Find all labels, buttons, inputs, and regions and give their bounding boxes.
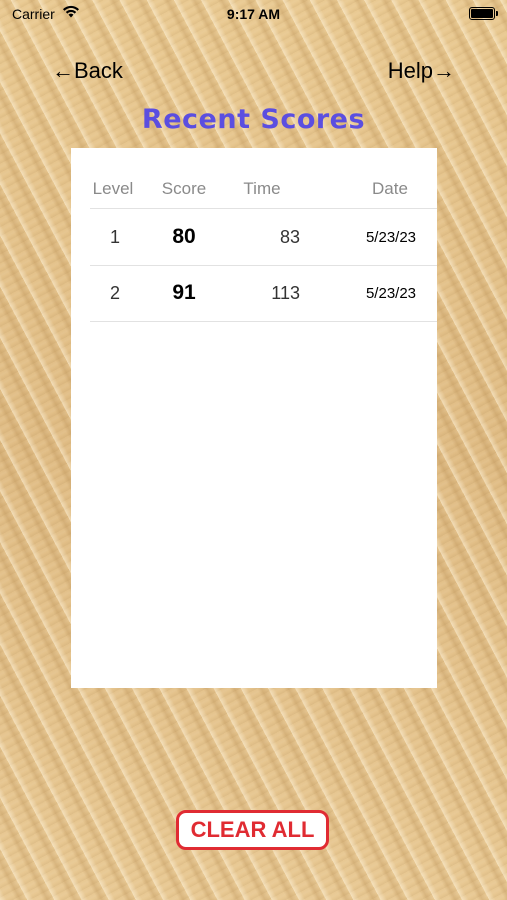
table-row: 2 91 113 5/23/23 (90, 265, 437, 322)
page-title: Recent Scores (141, 104, 366, 135)
row-time: 83 (279, 226, 300, 247)
battery-icon (469, 7, 498, 20)
back-button[interactable]: ←Back (52, 58, 123, 84)
row-level: 1 (109, 226, 120, 247)
header-date: Date (372, 179, 408, 198)
scores-table: Level Score Time Date 1 80 83 5/23/23 2 … (71, 148, 437, 688)
table-row: 1 80 83 5/23/23 (90, 209, 437, 266)
row-date: 5/23/23 (365, 228, 417, 246)
row-level: 2 (109, 282, 120, 303)
clear-all-button[interactable]: CLEAR ALL (176, 810, 329, 850)
row-time: 113 (271, 282, 300, 303)
row-score: 91 (172, 281, 196, 304)
header-time: Time (243, 179, 281, 198)
header-score: Score (161, 179, 207, 198)
table-header: Level Score Time Date (90, 170, 437, 209)
status-bar: Carrier 9:17 AM (0, 0, 507, 30)
header-level: Level (92, 179, 134, 198)
row-score: 80 (172, 225, 196, 248)
row-date: 5/23/23 (365, 284, 417, 302)
help-button[interactable]: Help→ (388, 58, 455, 84)
clock: 9:17 AM (226, 6, 281, 22)
